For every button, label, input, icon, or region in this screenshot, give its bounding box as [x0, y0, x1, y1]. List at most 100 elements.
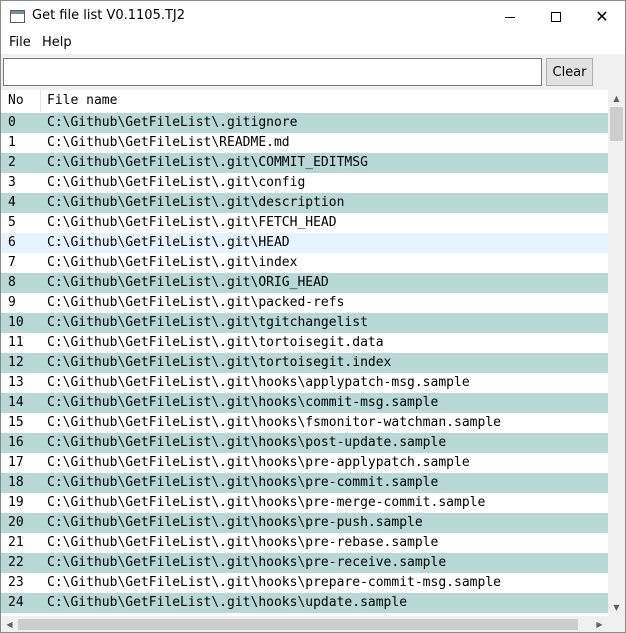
row-number: 2 [8, 155, 16, 170]
row-number: 12 [8, 355, 24, 370]
row-number: 1 [8, 135, 16, 150]
row-file-name: C:\Github\GetFileList\.git\description [47, 195, 345, 210]
table-row[interactable]: 10 C:\Github\GetFileList\.git\tgitchangel… [1, 313, 608, 333]
row-file-name: C:\Github\GetFileList\.git\hooks\pre-reb… [47, 535, 439, 550]
table-row[interactable]: 6 C:\Github\GetFileList\.git\HEAD [1, 233, 608, 253]
row-file-name: C:\Github\GetFileList\.git\tortoisegit.i… [47, 355, 392, 370]
app-window: Get file list V0.1105.TJ2 ✕ File Help Cl… [0, 0, 626, 633]
row-number: 9 [8, 295, 16, 310]
table-row[interactable]: 5 C:\Github\GetFileList\.git\FETCH_HEAD [1, 213, 608, 233]
table-row[interactable]: 23 C:\Github\GetFileList\.git\hooks\prepa… [1, 573, 608, 593]
file-list-view[interactable]: No File name 0 C:\Github\GetFileList\.git… [1, 90, 625, 632]
row-file-name: C:\Github\GetFileList\.git\hooks\commit-… [47, 395, 439, 410]
row-number: 20 [8, 515, 24, 530]
table-row[interactable]: 0 C:\Github\GetFileList\.gitignore [1, 113, 608, 133]
row-file-name: C:\Github\GetFileList\.git\hooks\pre-rec… [47, 555, 447, 570]
table-row[interactable]: 2 C:\Github\GetFileList\.git\COMMIT_EDITM… [1, 153, 608, 173]
table-row[interactable]: 17 C:\Github\GetFileList\.git\hooks\pre-a… [1, 453, 608, 473]
column-separator[interactable] [40, 90, 41, 112]
row-number: 14 [8, 395, 24, 410]
row-file-name: C:\Github\GetFileList\.git\hooks\update.… [47, 595, 408, 610]
row-file-name: C:\Github\GetFileList\.git\tortoisegit.d… [47, 335, 384, 350]
table-row[interactable]: 15 C:\Github\GetFileList\.git\hooks\fsmon… [1, 413, 608, 433]
row-number: 15 [8, 415, 24, 430]
table-row[interactable]: 4 C:\Github\GetFileList\.git\description [1, 193, 608, 213]
table-row[interactable]: 13 C:\Github\GetFileList\.git\hooks\apply… [1, 373, 608, 393]
row-number: 4 [8, 195, 16, 210]
close-button[interactable]: ✕ [579, 1, 625, 32]
row-number: 5 [8, 215, 16, 230]
table-row[interactable]: 14 C:\Github\GetFileList\.git\hooks\commi… [1, 393, 608, 413]
maximize-button[interactable] [533, 1, 579, 32]
menu-help[interactable]: Help [42, 35, 72, 50]
row-number: 24 [8, 595, 24, 610]
vertical-scrollbar[interactable]: ▲ ▼ [608, 90, 625, 616]
horizontal-scrollbar[interactable]: ◀ ▶ [1, 616, 608, 632]
row-file-name: C:\Github\GetFileList\.git\COMMIT_EDITMS… [47, 155, 368, 170]
row-file-name: C:\Github\GetFileList\.git\ORIG_HEAD [47, 275, 329, 290]
clear-button[interactable]: Clear [546, 58, 593, 86]
row-number: 8 [8, 275, 16, 290]
scroll-right-arrow-icon[interactable]: ▶ [591, 616, 608, 632]
row-number: 23 [8, 575, 24, 590]
row-number: 22 [8, 555, 24, 570]
row-file-name: C:\Github\GetFileList\.git\hooks\applypa… [47, 375, 470, 390]
table-row[interactable]: 19 C:\Github\GetFileList\.git\hooks\pre-m… [1, 493, 608, 513]
row-file-name: C:\Github\GetFileList\README.md [47, 135, 290, 150]
row-file-name: C:\Github\GetFileList\.git\tgitchangelis… [47, 315, 368, 330]
row-number: 16 [8, 435, 24, 450]
row-file-name: C:\Github\GetFileList\.git\HEAD [47, 235, 290, 250]
column-header-no[interactable]: No [8, 93, 24, 108]
row-number: 7 [8, 255, 16, 270]
table-row[interactable]: 16 C:\Github\GetFileList\.git\hooks\post-… [1, 433, 608, 453]
list-header: No File name [1, 90, 608, 112]
horizontal-scroll-thumb[interactable] [18, 619, 578, 630]
row-number: 10 [8, 315, 24, 330]
search-input[interactable] [3, 58, 542, 86]
title-bar[interactable]: Get file list V0.1105.TJ2 ✕ [1, 1, 625, 32]
row-number: 13 [8, 375, 24, 390]
table-row[interactable]: 11 C:\Github\GetFileList\.git\tortoisegit… [1, 333, 608, 353]
toolbar: Clear [1, 54, 625, 90]
table-row[interactable]: 9 C:\Github\GetFileList\.git\packed-refs [1, 293, 608, 313]
scroll-up-arrow-icon[interactable]: ▲ [608, 90, 625, 107]
table-row[interactable]: 8 C:\Github\GetFileList\.git\ORIG_HEAD [1, 273, 608, 293]
row-file-name: C:\Github\GetFileList\.git\hooks\fsmonit… [47, 415, 501, 430]
menu-file[interactable]: File [9, 35, 31, 50]
table-row[interactable]: 18 C:\Github\GetFileList\.git\hooks\pre-c… [1, 473, 608, 493]
table-row[interactable]: 24 C:\Github\GetFileList\.git\hooks\updat… [1, 593, 608, 613]
menu-bar: File Help [1, 32, 625, 54]
table-row[interactable]: 7 C:\Github\GetFileList\.git\index [1, 253, 608, 273]
scrollbar-corner [608, 616, 625, 632]
app-window-icon [10, 10, 25, 23]
row-number: 11 [8, 335, 24, 350]
minimize-icon [505, 16, 515, 18]
row-file-name: C:\Github\GetFileList\.git\packed-refs [47, 295, 345, 310]
row-file-name: C:\Github\GetFileList\.git\hooks\pre-com… [47, 475, 439, 490]
table-row[interactable]: 12 C:\Github\GetFileList\.git\tortoisegit… [1, 353, 608, 373]
row-file-name: C:\Github\GetFileList\.git\hooks\prepare… [47, 575, 501, 590]
list-rows: 0 C:\Github\GetFileList\.gitignore 1 C:\Git… [1, 113, 608, 613]
vertical-scroll-thumb[interactable] [610, 107, 623, 141]
scroll-down-arrow-icon[interactable]: ▼ [608, 599, 625, 616]
table-row[interactable]: 1 C:\Github\GetFileList\README.md [1, 133, 608, 153]
table-row[interactable]: 21 C:\Github\GetFileList\.git\hooks\pre-r… [1, 533, 608, 553]
row-number: 6 [8, 235, 16, 250]
row-number: 21 [8, 535, 24, 550]
table-row[interactable]: 20 C:\Github\GetFileList\.git\hooks\pre-p… [1, 513, 608, 533]
row-file-name: C:\Github\GetFileList\.git\index [47, 255, 298, 270]
row-number: 0 [8, 115, 16, 130]
table-row[interactable]: 22 C:\Github\GetFileList\.git\hooks\pre-r… [1, 553, 608, 573]
minimize-button[interactable] [487, 1, 533, 32]
table-row[interactable]: 3 C:\Github\GetFileList\.git\config [1, 173, 608, 193]
row-number: 17 [8, 455, 24, 470]
row-file-name: C:\Github\GetFileList\.git\FETCH_HEAD [47, 215, 337, 230]
row-file-name: C:\Github\GetFileList\.git\config [47, 175, 306, 190]
row-number: 19 [8, 495, 24, 510]
window-title: Get file list V0.1105.TJ2 [32, 8, 186, 23]
scroll-left-arrow-icon[interactable]: ◀ [1, 616, 18, 632]
row-file-name: C:\Github\GetFileList\.git\hooks\pre-app… [47, 455, 470, 470]
column-header-file-name[interactable]: File name [47, 93, 117, 108]
row-number: 18 [8, 475, 24, 490]
row-number: 3 [8, 175, 16, 190]
